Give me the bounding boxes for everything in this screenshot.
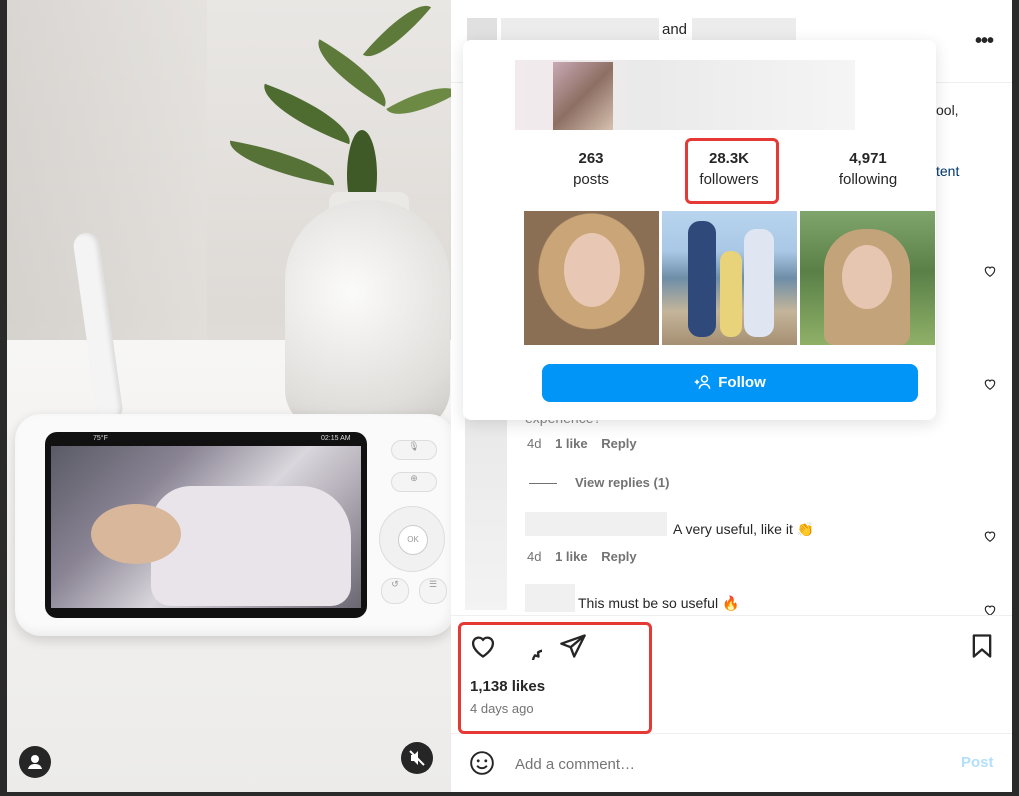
monitor-dpad: OK	[379, 506, 445, 572]
followers-stat[interactable]: 28.3K followers	[669, 150, 789, 188]
screen-time: 02:15 AM	[321, 435, 351, 442]
user-tag-button[interactable]	[19, 746, 51, 778]
monitor-talk-button: 🎙	[391, 440, 437, 460]
view-replies-link[interactable]: View replies (1)	[575, 475, 669, 490]
posts-stat[interactable]: 263 posts	[531, 150, 651, 188]
reply-link[interactable]: Reply	[601, 549, 636, 564]
comment-icon[interactable]	[514, 632, 542, 660]
add-person-icon	[695, 375, 711, 389]
author-name-blurred[interactable]	[501, 18, 659, 40]
caption-snippet: ool,	[936, 102, 959, 118]
monitor-zoom-button: ⊕	[391, 472, 437, 492]
comment-heart-icon[interactable]	[983, 377, 997, 391]
commenter-name-blurred[interactable]	[525, 512, 667, 536]
comment-heart-icon[interactable]	[983, 529, 997, 543]
comment-text: This must be so useful 🔥	[578, 595, 740, 611]
following-stat[interactable]: 4,971 following	[808, 150, 928, 188]
comment-likes[interactable]: 1 like	[555, 549, 588, 564]
heart-icon[interactable]	[469, 632, 497, 660]
baby-monitor: 75°F 02:15 AM 🎙 ⊕ OK ↺ ☰	[15, 414, 451, 636]
profile-hover-card: 263 posts 28.3K followers 4,971 followin…	[463, 40, 936, 420]
monitor-menu-button: ☰	[419, 578, 447, 604]
followers-count: 28.3K	[708, 150, 750, 167]
following-count: 4,971	[849, 150, 887, 167]
comment-heart-icon[interactable]	[983, 264, 997, 278]
bookmark-icon[interactable]	[968, 632, 996, 660]
comment-age: 4d	[527, 436, 542, 451]
reply-link[interactable]: Reply	[601, 436, 636, 451]
monitor-back-button: ↺	[381, 578, 409, 604]
commenter-name-blurred[interactable]	[525, 584, 575, 612]
comment-age: 4d	[527, 549, 542, 564]
posts-label: posts	[573, 171, 609, 188]
comment-input[interactable]	[513, 751, 937, 777]
more-icon[interactable]: •••	[973, 30, 995, 52]
follow-label: Follow	[718, 374, 766, 391]
post-age: 4 days ago	[470, 701, 534, 716]
screen-temp: 75°F	[93, 435, 108, 442]
likes-count[interactable]: 1,138 likes	[470, 678, 545, 695]
caption-link-snippet[interactable]: tent	[936, 163, 959, 179]
post-comment-button[interactable]: Post	[961, 754, 994, 771]
comment-text: A very useful, like it 👏	[673, 521, 815, 537]
following-label: following	[838, 171, 898, 188]
emoji-icon[interactable]	[469, 750, 495, 776]
monitor-screen: 75°F 02:15 AM	[45, 432, 367, 618]
follow-button[interactable]: Follow	[542, 364, 918, 402]
post-photo[interactable]: 75°F 02:15 AM 🎙 ⊕ OK ↺ ☰	[7, 0, 451, 792]
header-connector: and	[662, 21, 688, 38]
post-actions: 1,138 likes 4 days ago	[451, 615, 1012, 734]
mute-icon	[409, 750, 425, 766]
profile-thumb[interactable]	[800, 211, 935, 345]
coauthor-name-blurred[interactable]	[692, 18, 796, 40]
followers-label: followers	[699, 171, 759, 188]
user-icon	[28, 755, 42, 769]
profile-avatar[interactable]	[553, 62, 613, 130]
profile-thumb[interactable]	[524, 211, 659, 345]
share-icon[interactable]	[559, 632, 587, 660]
comment-likes[interactable]: 1 like	[555, 436, 588, 451]
posts-count: 263	[578, 150, 604, 167]
profile-thumb[interactable]	[662, 211, 797, 345]
sleeping-baby-image	[51, 446, 361, 608]
mute-button[interactable]	[401, 742, 433, 774]
vase	[285, 200, 450, 430]
comment-composer: Post	[451, 733, 1012, 792]
